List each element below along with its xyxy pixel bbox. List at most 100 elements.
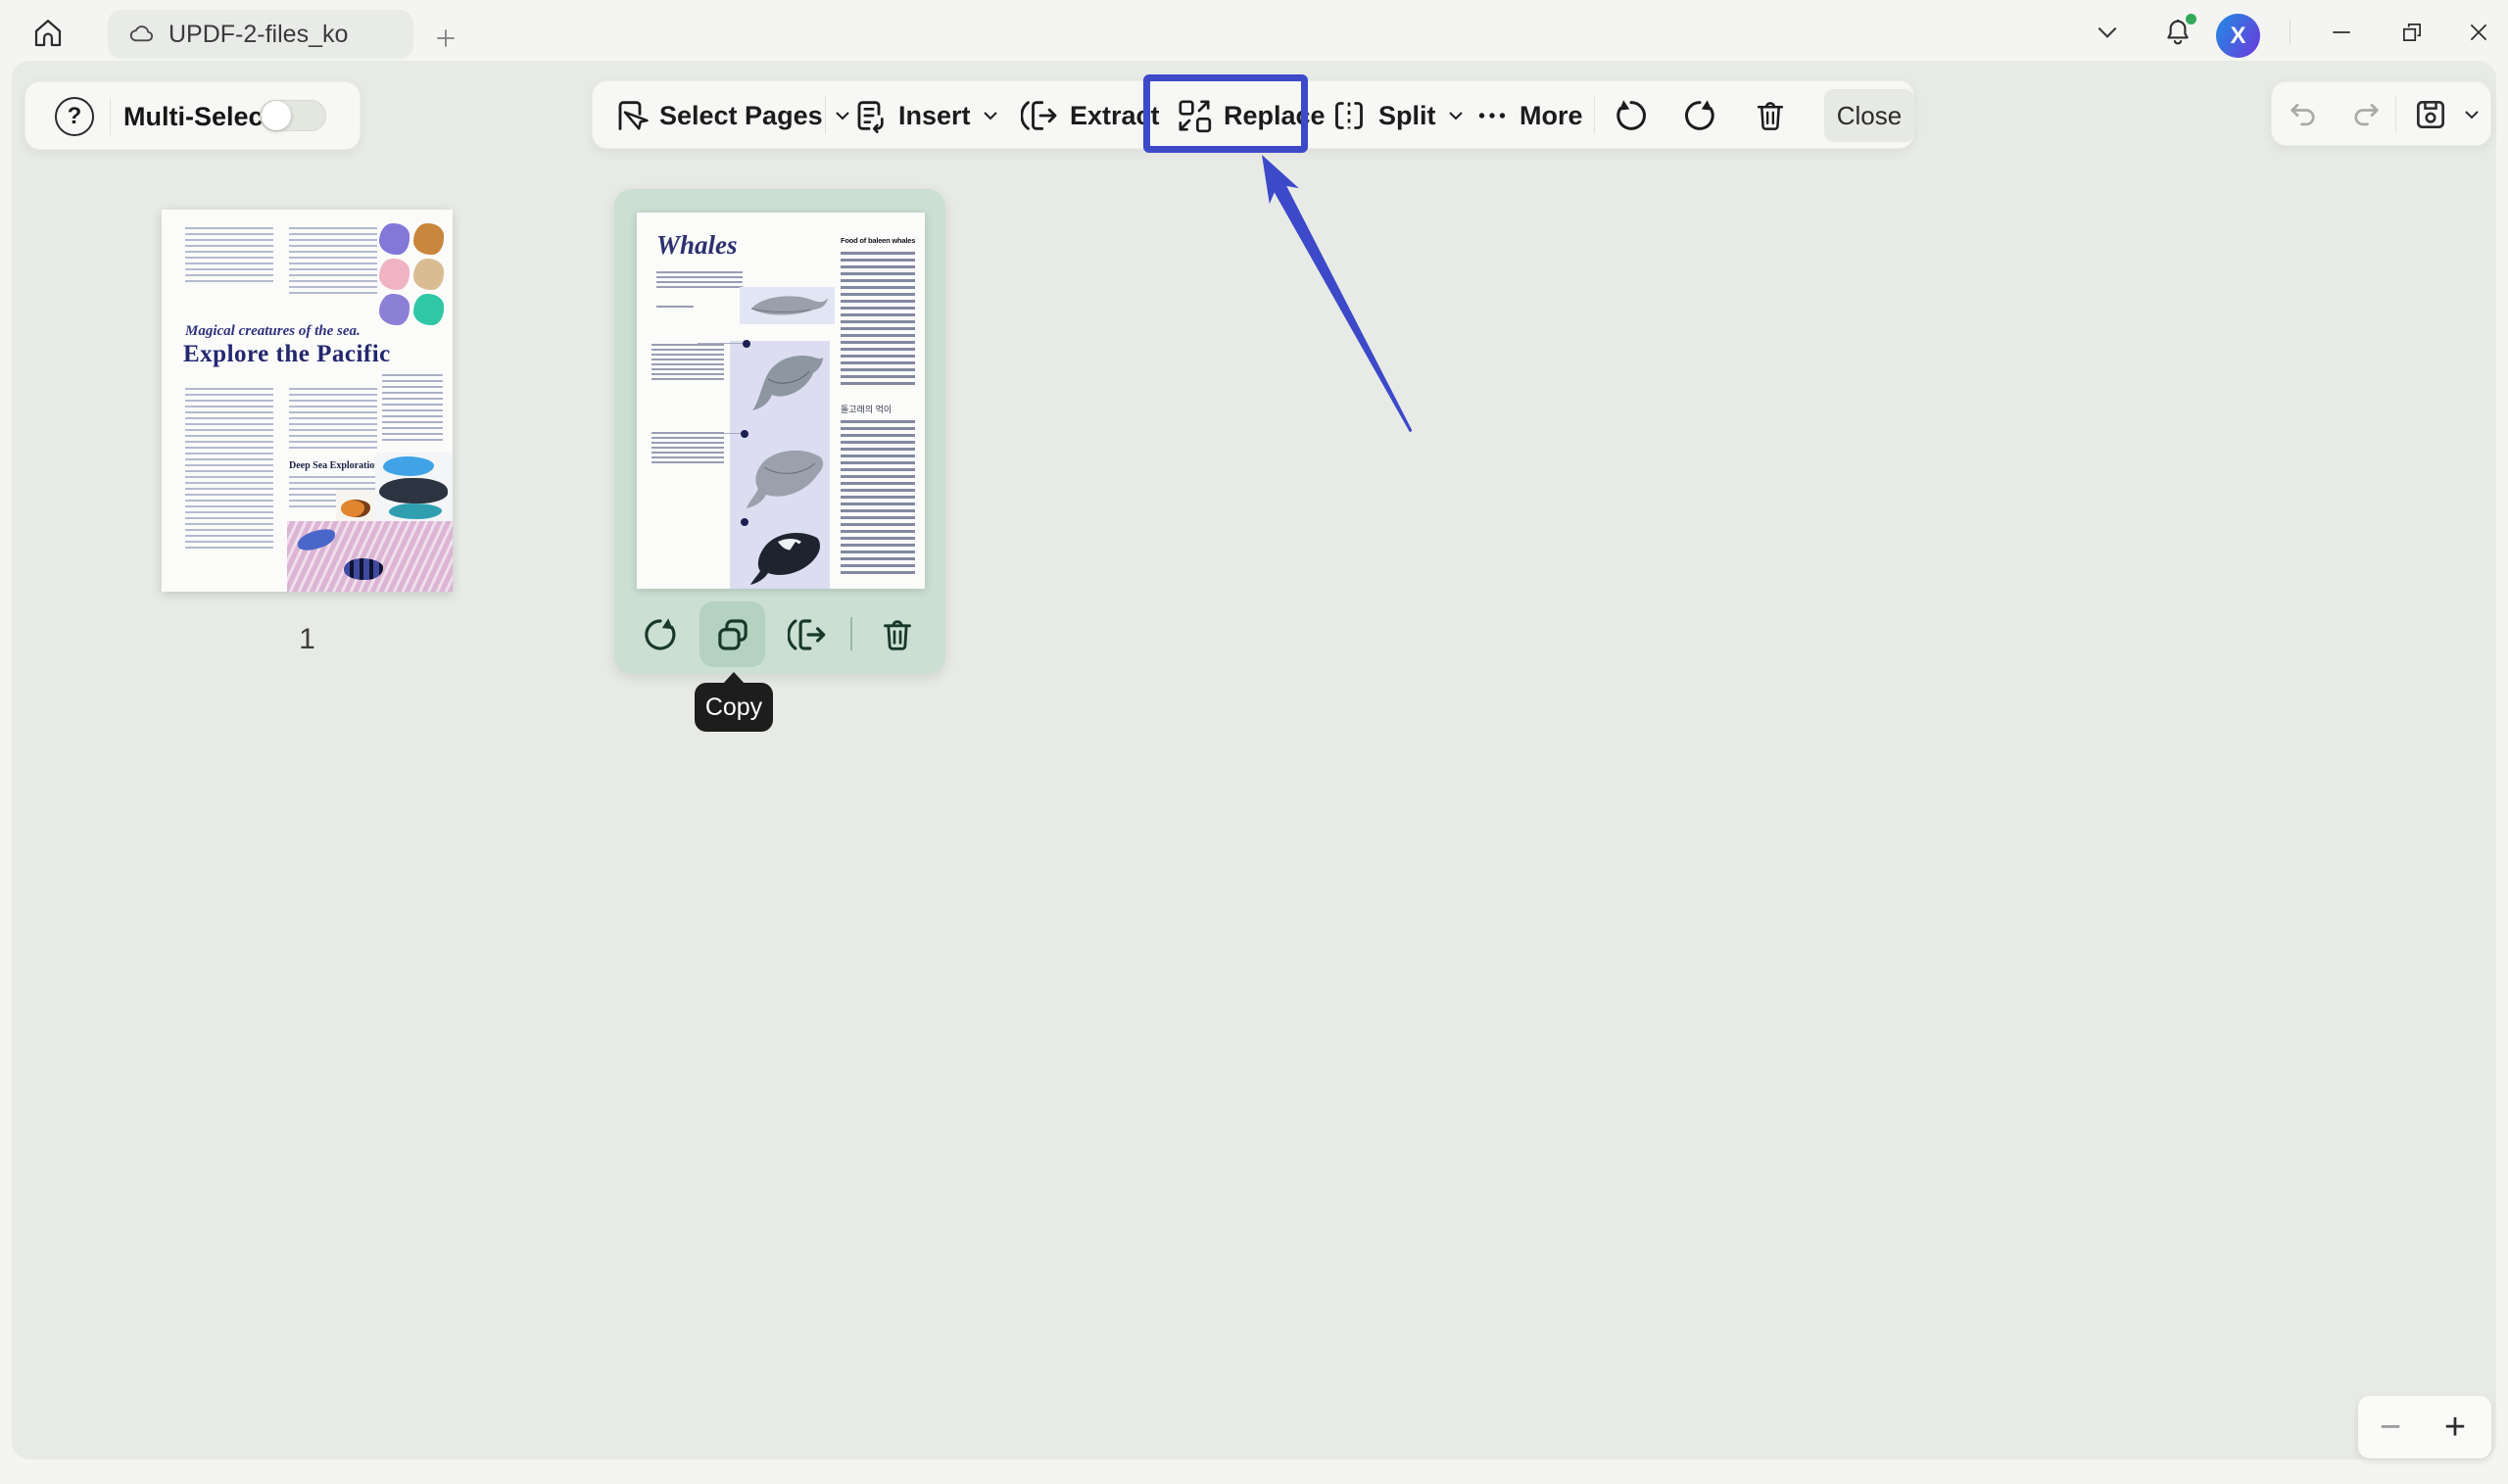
more-dots-icon: [1474, 98, 1510, 133]
undo-icon: [2286, 97, 2321, 132]
split-button[interactable]: Split: [1329, 81, 1466, 150]
toolbar-right-pill: [2271, 81, 2491, 146]
home-button[interactable]: [24, 12, 72, 55]
zoom-out-button[interactable]: −: [2358, 1398, 2423, 1457]
minimize-icon: [2329, 20, 2354, 45]
extract-page-button[interactable]: [775, 601, 841, 667]
rotate-left-button[interactable]: [1608, 81, 1655, 150]
page2-title: Whales: [656, 230, 738, 261]
document-tab[interactable]: UPDF-2-files_ko: [108, 10, 413, 59]
select-pages-icon: [610, 96, 650, 135]
more-button[interactable]: More: [1474, 81, 1583, 150]
multi-select-label: Multi-Select: [123, 102, 272, 132]
coral-illustration: [413, 259, 444, 290]
plus-icon: [433, 25, 458, 51]
selected-page-panel: Whales Food of baleen whales 돌고래의 먹이: [614, 189, 945, 674]
chevron-down-icon: [2462, 109, 2482, 120]
chevron-down-icon: [981, 110, 1000, 121]
redo-button[interactable]: [2342, 82, 2389, 147]
replace-icon: [1175, 96, 1214, 135]
rotate-icon: [640, 614, 681, 655]
zoom-in-button[interactable]: +: [2423, 1398, 2487, 1457]
page-thumbnail-1[interactable]: Magical creatures of the sea. Explore th…: [162, 210, 453, 592]
timeline-dot: [743, 340, 750, 348]
page-number: 1: [162, 623, 453, 656]
toolbar-center-pill: Select Pages Insert Extract Replace Spli…: [592, 80, 1914, 149]
avatar-initial: X: [2230, 23, 2245, 50]
page1-title: Explore the Pacific: [183, 341, 391, 368]
text-block: [382, 374, 443, 445]
multi-select-toggle[interactable]: [260, 100, 326, 131]
page2-right-heading2: 돌고래의 먹이: [841, 403, 892, 415]
delete-button[interactable]: [1747, 81, 1794, 150]
rotate-right-button[interactable]: [1676, 81, 1723, 150]
new-tab-button[interactable]: [429, 22, 462, 55]
close-button[interactable]: Close: [1824, 89, 1914, 142]
collapse-toolbar-button[interactable]: [2085, 18, 2130, 47]
save-options-button[interactable]: [2452, 82, 2491, 147]
coral-illustration: [413, 294, 444, 325]
action-divider: [850, 617, 852, 650]
extract-button[interactable]: Extract: [1021, 81, 1160, 150]
close-window-button[interactable]: [2455, 12, 2502, 53]
tab-title: UPDF-2-files_ko: [169, 21, 348, 49]
cloud-icon: [127, 20, 157, 49]
coral-photo: [287, 521, 453, 592]
select-pages-button[interactable]: Select Pages: [610, 81, 852, 150]
text-block: [651, 432, 724, 464]
text-block: [185, 227, 273, 284]
help-button[interactable]: ?: [55, 97, 94, 136]
fish-photo: [375, 453, 453, 523]
insert-icon: [849, 96, 889, 135]
undo-button[interactable]: [2280, 82, 2327, 147]
whale-illustration: [740, 287, 835, 324]
restore-window-button[interactable]: [2388, 12, 2436, 53]
text-block: [841, 420, 915, 577]
tooltip-label: Copy: [705, 694, 762, 722]
text-block: [289, 388, 377, 453]
close-icon: [2466, 20, 2491, 45]
coral-illustrations: [379, 223, 444, 325]
toolbar-divider: [110, 98, 111, 135]
save-icon: [2412, 96, 2449, 133]
page2-right-heading: Food of baleen whales: [841, 236, 917, 245]
toolbar-divider: [2395, 96, 2396, 133]
timeline-dot: [741, 518, 748, 526]
notification-dot: [2186, 14, 2196, 24]
orca-illustration: [748, 528, 825, 585]
delete-page-button[interactable]: [864, 601, 930, 667]
rotate-page-button[interactable]: [627, 601, 693, 667]
page1-subheading: Deep Sea Exploration: [289, 460, 380, 471]
text-block: [289, 227, 377, 296]
question-mark-icon: ?: [68, 103, 82, 130]
toggle-knob: [262, 101, 291, 130]
coral-illustration: [379, 294, 410, 325]
trash-icon: [878, 615, 917, 654]
notifications-button[interactable]: [2153, 10, 2202, 55]
whale-illustration: [745, 444, 827, 512]
extract-icon: [788, 614, 829, 655]
coral-illustration: [379, 259, 410, 290]
insert-button[interactable]: Insert: [849, 81, 1000, 150]
text-block: [841, 252, 915, 385]
copy-tooltip: Copy: [695, 683, 773, 732]
rotate-left-icon: [1612, 96, 1651, 135]
minimize-button[interactable]: [2318, 12, 2365, 53]
zoom-controls: − +: [2358, 1396, 2491, 1459]
save-button[interactable]: [2407, 82, 2454, 147]
copy-icon: [712, 614, 753, 655]
text-block: [651, 344, 724, 383]
coral-illustration: [413, 223, 444, 255]
redo-icon: [2348, 97, 2384, 132]
extract-icon: [1021, 96, 1060, 135]
restore-icon: [2399, 20, 2425, 45]
avatar[interactable]: X: [2216, 14, 2260, 58]
replace-button[interactable]: Replace: [1175, 81, 1326, 150]
tooltip-caret: [722, 672, 746, 685]
copy-page-button[interactable]: [699, 601, 765, 667]
rotate-right-icon: [1680, 96, 1719, 135]
page-thumbnail-2[interactable]: Whales Food of baleen whales 돌고래의 먹이: [637, 213, 925, 589]
text-block: [185, 388, 273, 551]
coral-illustration: [379, 223, 410, 255]
timeline-dot: [741, 430, 748, 438]
